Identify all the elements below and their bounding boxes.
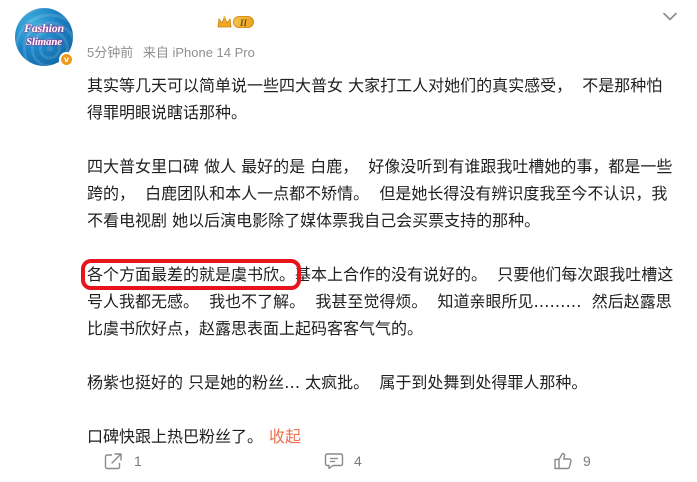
action-bar: 1 4 9 xyxy=(104,452,591,470)
level-label: II xyxy=(233,16,255,28)
post-time: 5分钟前 xyxy=(87,45,134,60)
share-icon xyxy=(104,453,122,470)
comment-button[interactable]: 4 xyxy=(324,452,553,470)
red-highlight-box: 各个方面最差的就是虞书欣。 xyxy=(80,259,302,290)
paragraph-3: 各个方面最差的就是虞书欣。基本上合作的没有说好的。 只要他们每次跟我吐槽这号人我… xyxy=(80,259,677,342)
member-level-badge[interactable]: II xyxy=(217,12,255,32)
share-button[interactable]: 1 xyxy=(104,452,324,470)
paragraph-5-text: 口碑快跟上热巴粉丝了。 xyxy=(87,427,264,446)
collapse-link[interactable]: 收起 xyxy=(269,427,301,446)
avatar-logo-line1: Fashion xyxy=(24,21,64,35)
comment-count: 4 xyxy=(354,453,362,469)
paragraph-5: 口碑快跟上热巴粉丝了。 收起 xyxy=(87,423,677,450)
paragraph-2: 四大普女里口碑 做人 最好的是 白鹿， 好像没听到有谁跟我吐槽她的事，都是一些跨… xyxy=(87,157,673,230)
avatar-logo-line2: Slimane xyxy=(26,36,62,48)
username[interactable] xyxy=(87,15,177,29)
crown-icon xyxy=(217,15,232,30)
share-count: 1 xyxy=(134,453,142,469)
more-options-button[interactable] xyxy=(660,8,680,24)
paragraph-1: 其实等几天可以简单说一些四大普女 大家打工人对她们的真实感受， 不是那种怕得罪明… xyxy=(87,76,663,122)
post-source: 来自 iPhone 14 Pro xyxy=(142,45,255,60)
post-meta: 5分钟前 来自 iPhone 14 Pro xyxy=(87,42,255,61)
thumbs-up-icon xyxy=(554,452,572,470)
chevron-down-icon xyxy=(663,12,677,20)
paragraph-4: 杨紫也挺好的 只是她的粉丝… 太疯批。 属于到处舞到处得罪人那种。 xyxy=(87,373,588,392)
weibo-post: Fashion Slimane v II 5分钟前 来自 iPhone 14 P… xyxy=(0,0,697,482)
post-content: 其实等几天可以简单说一些四大普女 大家打工人对她们的真实感受， 不是那种怕得罪明… xyxy=(80,72,677,450)
comment-icon xyxy=(324,453,344,470)
like-button[interactable]: 9 xyxy=(553,452,591,470)
like-count: 9 xyxy=(583,453,591,469)
v-badge-icon: v xyxy=(59,52,74,67)
